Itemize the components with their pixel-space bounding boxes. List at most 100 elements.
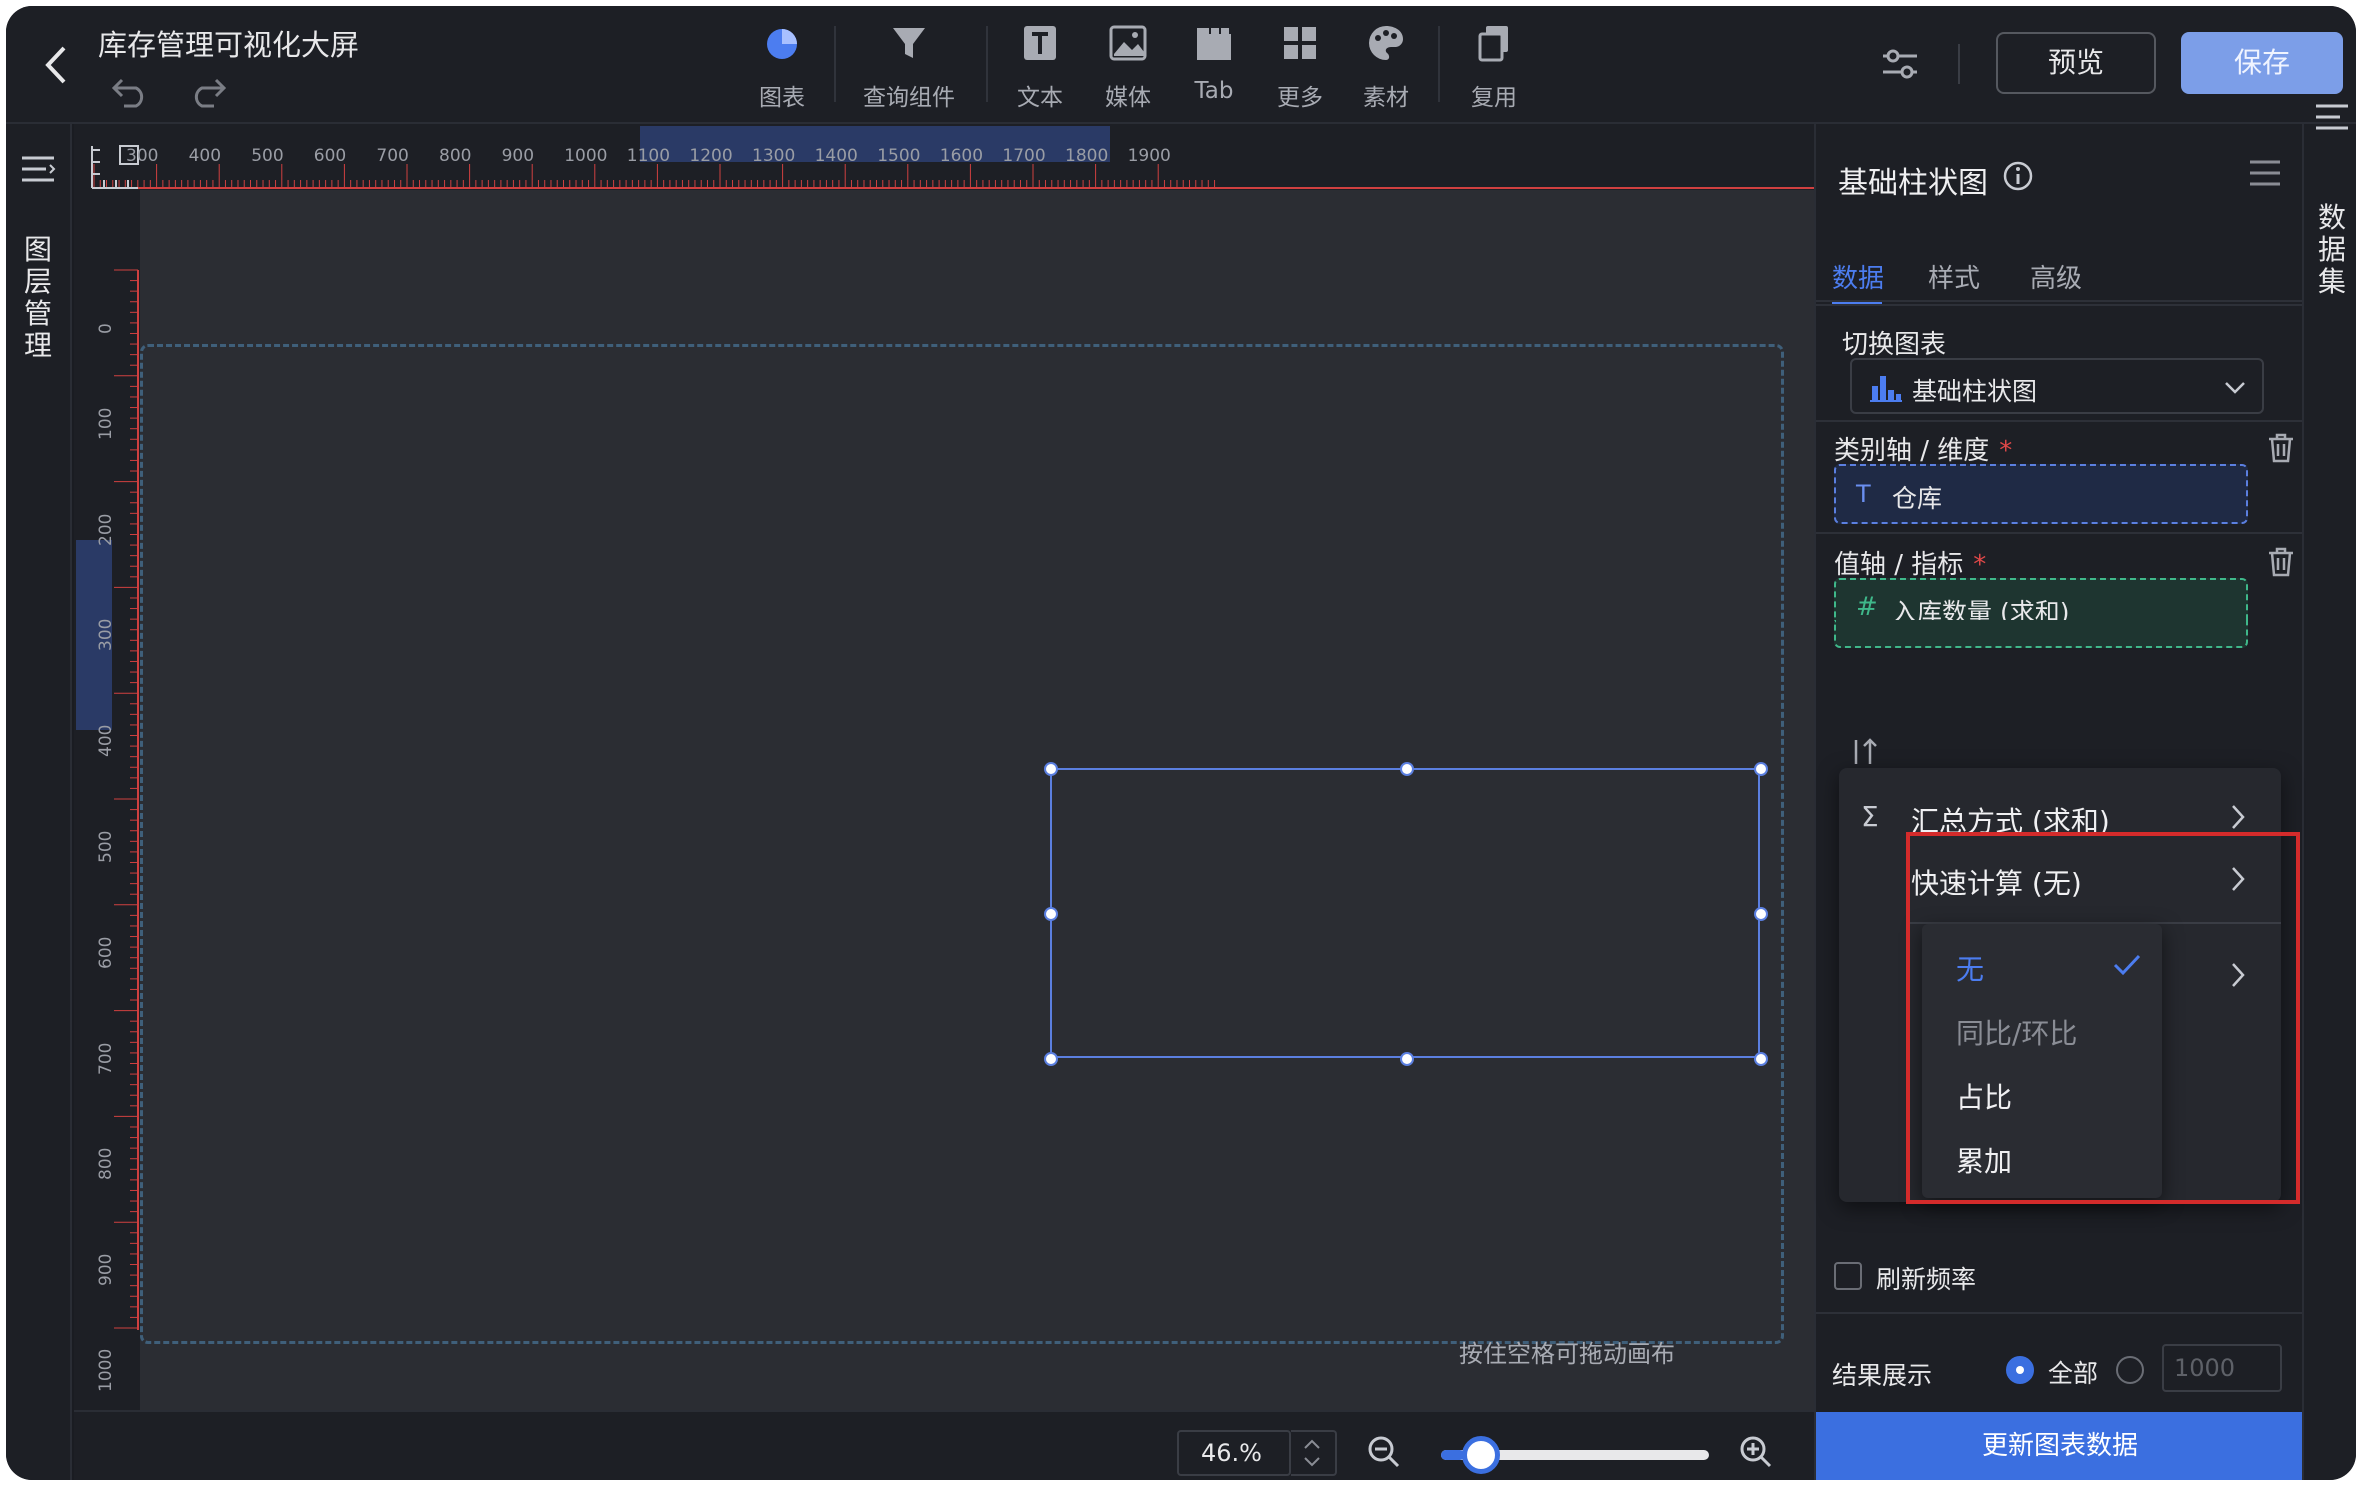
horizontal-ruler: 300 400 500 600 700 800 900 1000 1100 1200 1300 140… <box>74 124 1814 190</box>
zoom-bar: 46.% <box>74 1410 1849 1480</box>
tool-chart[interactable]: 图表 <box>746 22 818 112</box>
preview-button[interactable]: 预览 <box>1996 32 2156 94</box>
resize-handle[interactable] <box>1400 762 1414 776</box>
refresh-frequency-checkbox[interactable] <box>1834 1262 1862 1290</box>
trash-icon[interactable] <box>2266 546 2296 578</box>
number-type-icon: # <box>1856 592 1878 622</box>
required-asterisk: * <box>1973 550 1987 580</box>
collapse-menu-icon[interactable] <box>2314 102 2350 132</box>
panel-list-icon[interactable] <box>2248 158 2282 188</box>
layer-management-tab[interactable]: 图 层 管 理 <box>20 234 56 362</box>
ruler-label: 300 <box>126 146 159 166</box>
ruler-label: 500 <box>96 830 116 863</box>
resize-handle[interactable] <box>1754 1052 1768 1066</box>
result-all-label: 全部 <box>2048 1359 2099 1388</box>
tool-more[interactable]: 更多 <box>1272 22 1328 112</box>
chevron-right-icon <box>2223 800 2253 834</box>
sort-icon[interactable] <box>1848 736 1880 768</box>
ruler-label: 600 <box>96 936 116 969</box>
section-divider <box>1816 300 2304 302</box>
ruler-label: 800 <box>439 146 472 166</box>
tool-chart-label: 图表 <box>759 85 805 111</box>
ruler-label: 1700 <box>1002 146 1046 166</box>
section-divider <box>1816 532 2304 534</box>
tab-data[interactable]: 数据 <box>1832 258 1884 295</box>
tool-text[interactable]: 文本 <box>1012 22 1068 112</box>
selected-widget-outline[interactable] <box>1044 762 1768 1066</box>
zoom-out-icon[interactable] <box>1366 1434 1402 1470</box>
palette-icon <box>1358 22 1414 72</box>
dataset-tab-char: 数 <box>2317 201 2346 234</box>
toolbar-divider <box>1958 44 1960 84</box>
resize-handle[interactable] <box>1044 1052 1058 1066</box>
toolbar-divider <box>986 26 988 102</box>
resize-handle[interactable] <box>1044 762 1058 776</box>
editor-canvas[interactable]: 300 400 500 600 700 800 900 1000 1100 1200 1300 140… <box>74 124 1814 1410</box>
tool-query-label: 查询组件 <box>863 85 955 111</box>
tool-assets[interactable]: 素材 <box>1358 22 1414 112</box>
chart-type-select[interactable]: 基础柱状图 <box>1850 358 2264 414</box>
ruler-label: 900 <box>501 146 535 166</box>
result-display-label: 结果展示 <box>1832 1361 1933 1390</box>
panel-tabs: 数据 样式 高级 <box>1816 234 2304 306</box>
zoom-stepper[interactable] <box>1291 1430 1337 1476</box>
ruler-label: 1800 <box>1065 146 1109 166</box>
section-divider <box>1816 1312 2304 1314</box>
tab-folder-icon <box>1186 22 1242 72</box>
dimension-section-label: 类别轴 / 维度 * <box>1834 430 2012 467</box>
redo-icon[interactable] <box>186 70 228 108</box>
undo-icon[interactable] <box>110 70 152 108</box>
result-limit-radio[interactable] <box>2116 1356 2144 1384</box>
trash-icon[interactable] <box>2266 432 2296 464</box>
back-arrow-icon[interactable] <box>36 40 76 90</box>
dataset-tab-char: 集 <box>2317 265 2346 298</box>
refresh-frequency-label: 刷新频率 <box>1876 1265 1977 1294</box>
resize-handle[interactable] <box>1400 1052 1414 1066</box>
grid-icon <box>1272 22 1328 72</box>
dashboard-canvas-content[interactable] <box>140 344 1784 1344</box>
zoom-slider-knob[interactable] <box>1462 1436 1500 1474</box>
result-all-radio[interactable] <box>2006 1356 2034 1384</box>
metric-section-label: 值轴 / 指标 * <box>1834 544 1986 581</box>
section-divider <box>1816 420 2304 422</box>
zoom-in-icon[interactable] <box>1738 1434 1774 1470</box>
tool-text-label: 文本 <box>1017 85 1063 111</box>
panel-title: 基础柱状图 <box>1838 166 1988 201</box>
ruler-label: 1900 <box>1127 146 1171 166</box>
toolbar-divider <box>834 26 836 102</box>
zoom-percent-input[interactable]: 46.% <box>1177 1430 1291 1476</box>
save-button[interactable]: 保存 <box>2181 32 2343 94</box>
tab-style[interactable]: 样式 <box>1928 258 1980 295</box>
ruler-label: 1400 <box>814 146 858 166</box>
tool-media-label: 媒体 <box>1105 85 1151 111</box>
tool-more-label: 更多 <box>1277 85 1323 111</box>
dimension-field-chip[interactable]: T 仓库 <box>1834 464 2248 524</box>
result-limit-input[interactable]: 1000 <box>2162 1344 2282 1392</box>
layer-tab-char: 理 <box>23 329 52 362</box>
dataset-tab[interactable]: 数 据 集 <box>2314 202 2350 298</box>
copy-icon <box>1466 22 1522 72</box>
vertical-ruler: 0 100 200 300 400 500 600 700 800 900 1000 <box>74 190 140 1410</box>
dimension-label-text: 类别轴 / 维度 <box>1834 436 1990 466</box>
resize-handle[interactable] <box>1044 907 1058 921</box>
ruler-label: 700 <box>96 1042 116 1075</box>
tool-media[interactable]: 媒体 <box>1100 22 1156 112</box>
chart-type-value: 基础柱状图 <box>1912 377 2038 406</box>
info-icon[interactable] <box>2002 160 2034 192</box>
sliders-settings-icon[interactable] <box>1879 44 1921 84</box>
tool-tab-label: Tab <box>1194 78 1234 104</box>
tool-tab[interactable]: Tab <box>1186 22 1242 112</box>
dataset-tab-char: 据 <box>2317 233 2346 266</box>
tool-query[interactable]: 查询组件 <box>856 22 962 112</box>
dimension-field-name: 仓库 <box>1892 484 1943 513</box>
tool-reuse[interactable]: 复用 <box>1466 22 1522 112</box>
app-window: 库存管理可视化大屏 图表 查询组件 文本 媒体 Tab 更多 素材 复用 预览 … <box>6 6 2356 1480</box>
metric-field-chip-2[interactable] <box>1834 620 2248 648</box>
resize-handle[interactable] <box>1754 907 1768 921</box>
resize-handle[interactable] <box>1754 762 1768 776</box>
ruler-label: 1000 <box>564 146 608 166</box>
ruler-label: 0 <box>96 323 116 334</box>
update-chart-data-button[interactable]: 更新图表数据 <box>1816 1412 2304 1480</box>
collapse-menu-icon[interactable] <box>20 154 56 184</box>
tab-advanced[interactable]: 高级 <box>2030 258 2082 295</box>
